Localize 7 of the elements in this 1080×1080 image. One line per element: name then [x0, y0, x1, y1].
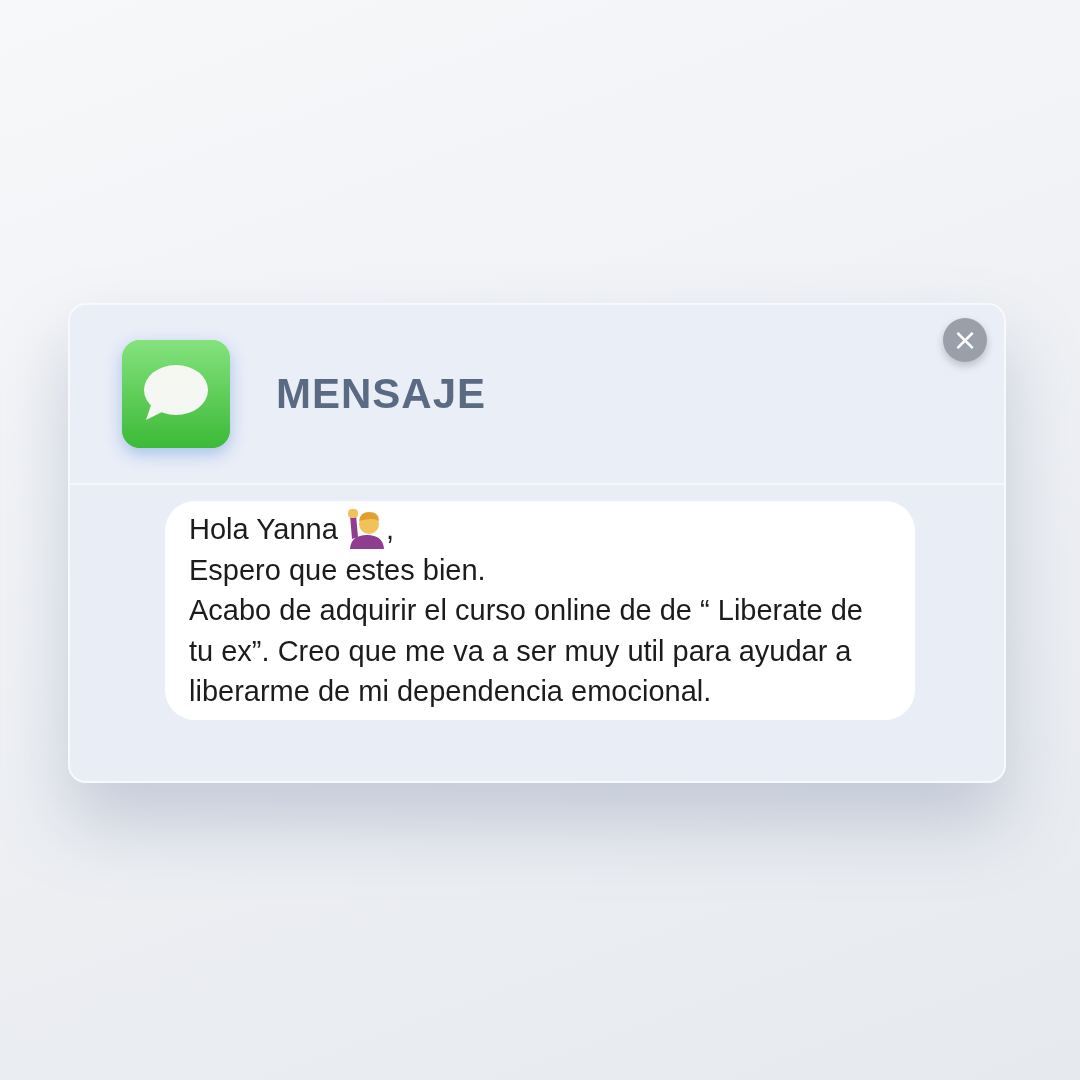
speech-bubble-icon: [122, 340, 230, 448]
message-text: Espero que estes bien.: [189, 552, 487, 588]
raising-hand-figure-icon: [347, 509, 386, 550]
greeting-text: Hola Yanna: [189, 512, 338, 547]
notification-title: MENSAJE: [276, 370, 487, 418]
message-text: Acabo de adquirir el curso online de de “ Liberate de tu ex”. Creo que me va a ser muy util para ayudar a liberarme de mi dependencia emocional.: [189, 593, 864, 709]
greeting-comma: ,: [385, 512, 394, 547]
